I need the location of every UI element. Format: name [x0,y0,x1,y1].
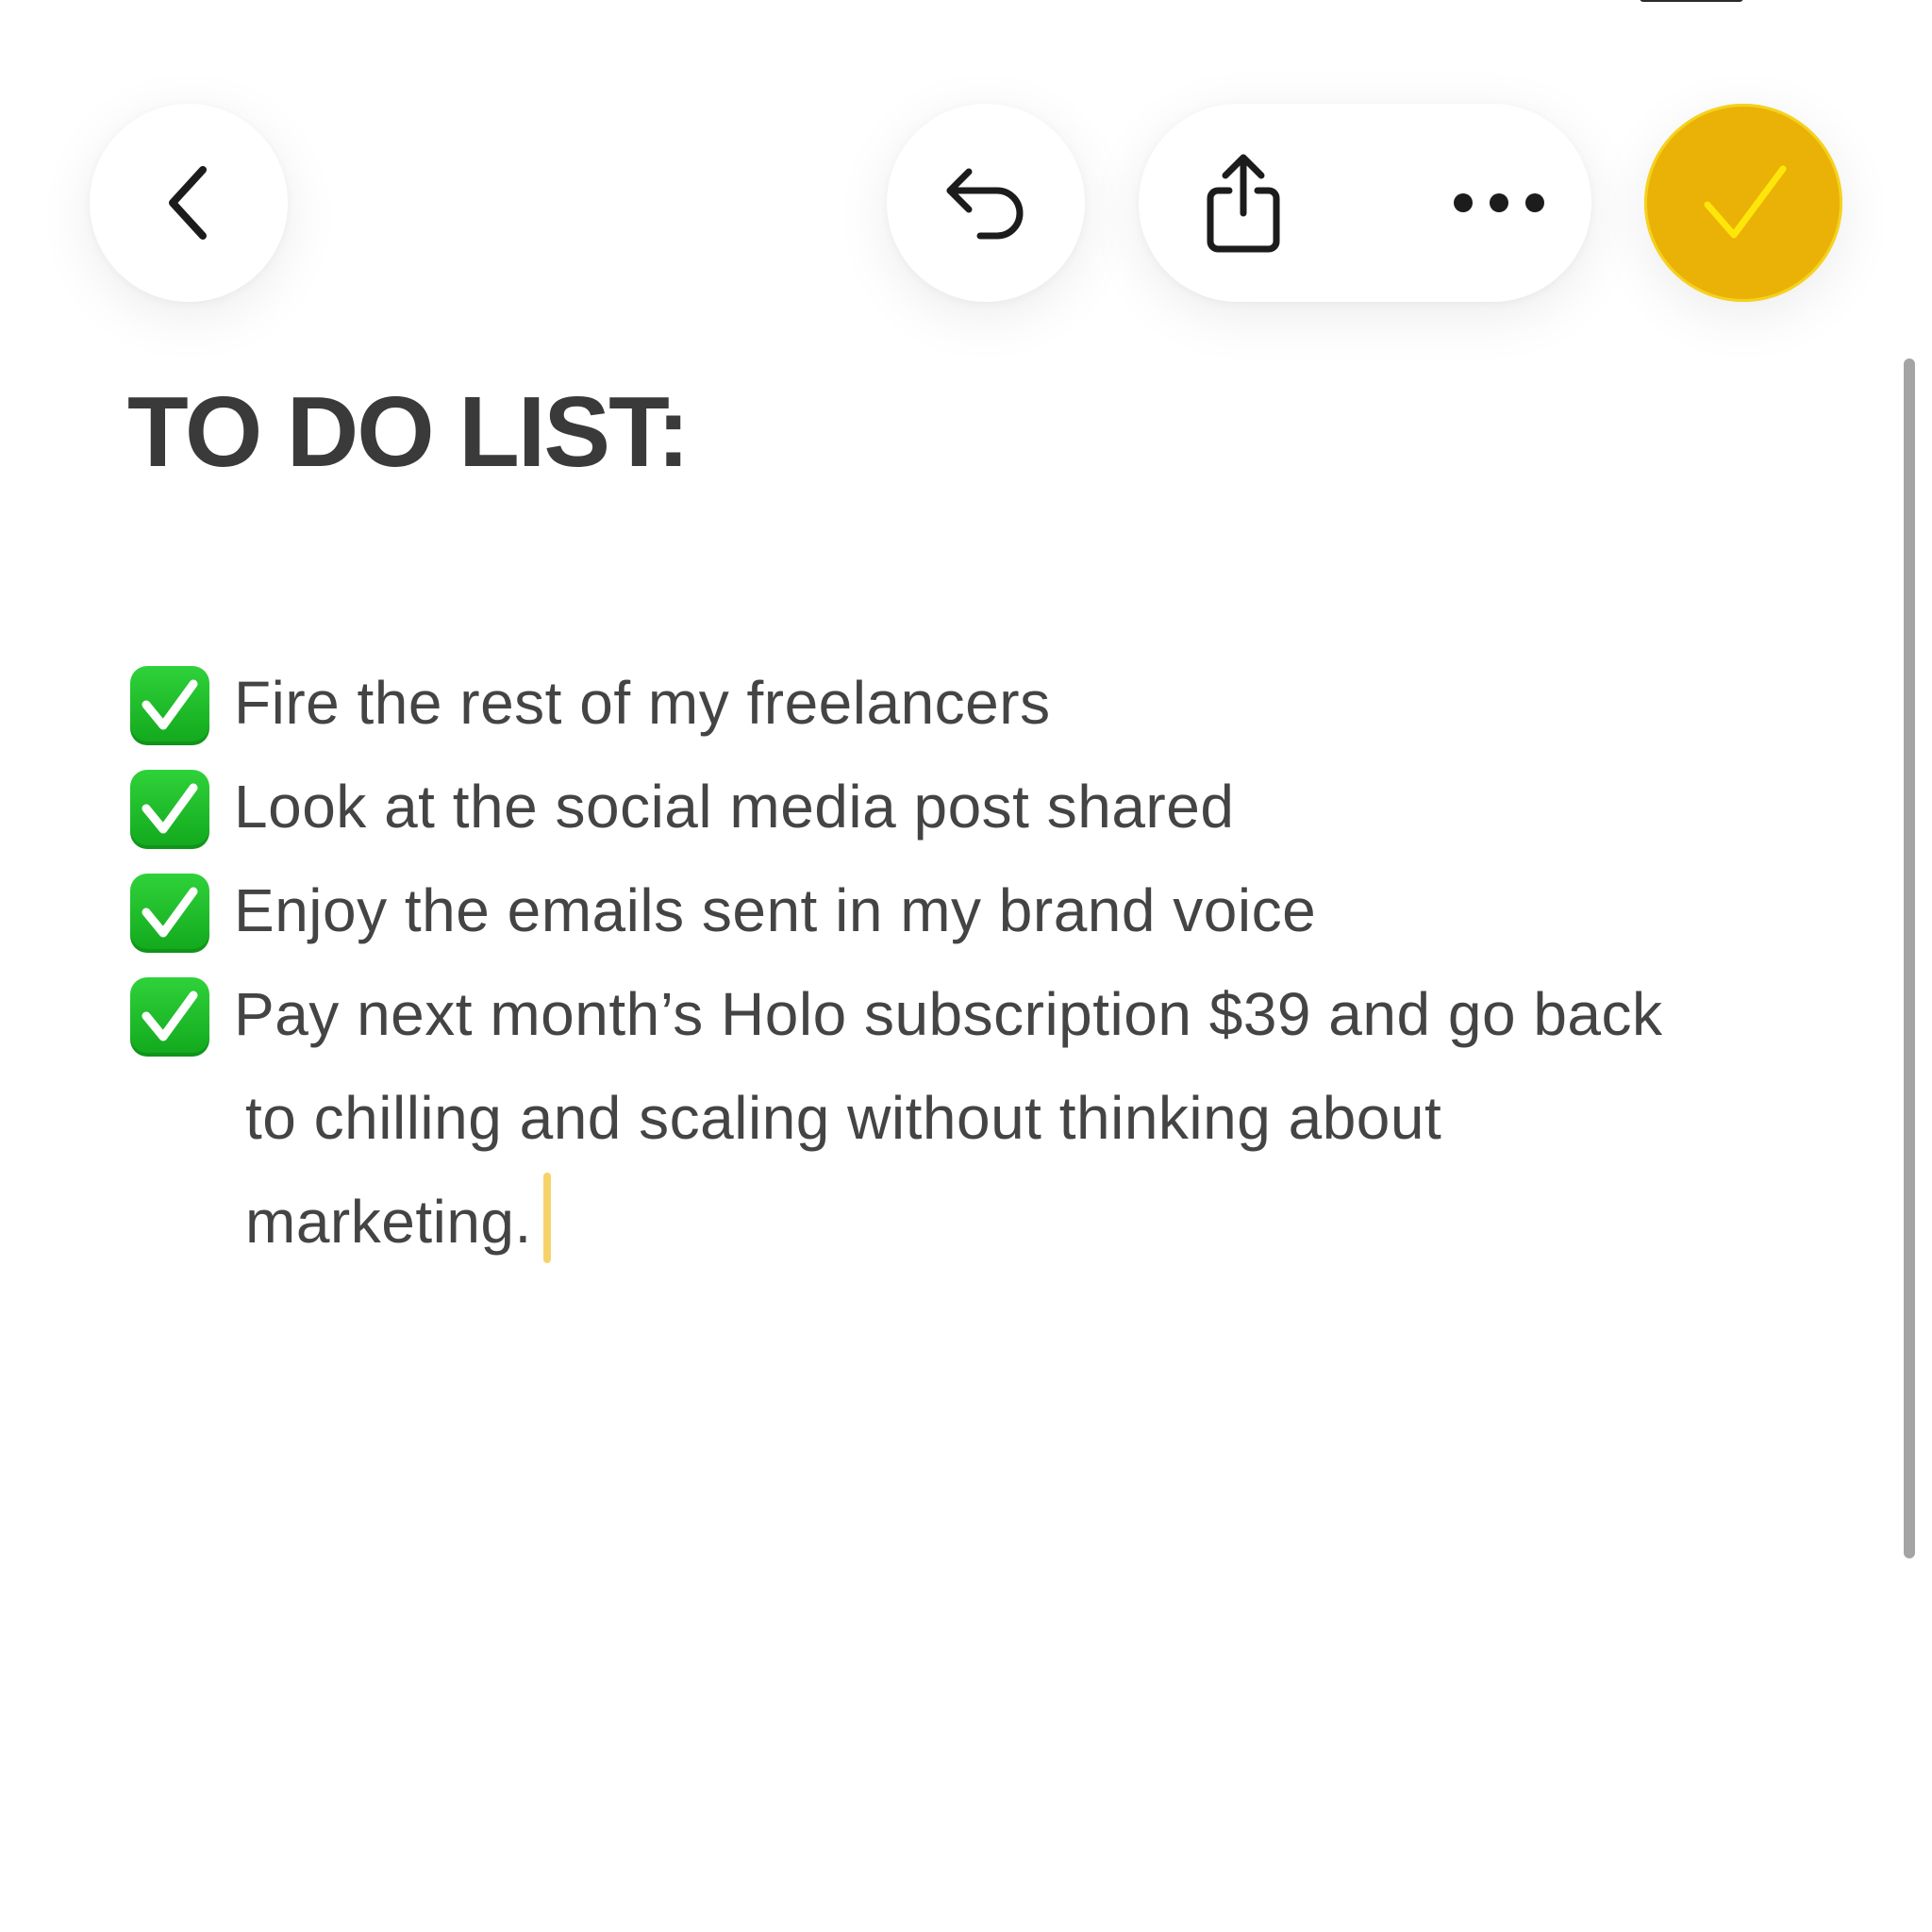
share-icon [1207,154,1280,253]
undo-arrow-icon [946,168,1024,240]
share-button[interactable] [1203,151,1284,255]
list-item-text: Look at the social media post shared [234,773,1235,841]
list-item[interactable]: Look at the social media post shared [127,755,1788,858]
list-item-line-text: marketing. [245,1188,532,1256]
list-item[interactable]: Fire the rest of my freelancers [127,651,1788,755]
status-bar-fragment [1640,0,1743,2]
list-item-text: Pay next month’s Holo subscription $39 a… [234,962,1788,1274]
notes-editor-screen: TO DO LIST: Fire the rest of my freelanc… [0,0,1932,1932]
ellipsis-icon [1454,193,1544,212]
done-button[interactable] [1644,104,1842,302]
list-item-line: to chilling and scaling without thinking… [245,1084,1442,1152]
text-cursor [542,1173,551,1263]
list-item-line: Pay next month’s Holo subscription $39 a… [234,980,1663,1048]
checkmark-box-icon [130,666,209,745]
list-item[interactable]: Pay next month’s Holo subscription $39 a… [127,962,1788,1274]
list-item-text: Enjoy the emails sent in my brand voice [234,876,1317,944]
note-title[interactable]: TO DO LIST: [127,382,690,482]
todo-list: Fire the rest of my freelancers Look at … [127,651,1788,1274]
checkmark-box-icon [130,977,209,1057]
chevron-left-icon [169,166,207,240]
checkmark-box-icon [130,770,209,849]
list-item-text: Fire the rest of my freelancers [234,669,1051,737]
share-more-pill [1139,104,1591,302]
scrollbar[interactable] [1904,358,1915,1558]
more-button[interactable] [1452,189,1546,217]
checkmark-icon [1704,165,1787,239]
list-item[interactable]: Enjoy the emails sent in my brand voice [127,858,1788,962]
checkmark-box-icon [130,874,209,953]
list-item-line: marketing. [234,1170,1769,1274]
undo-button[interactable] [887,104,1085,302]
back-button[interactable] [90,104,288,302]
